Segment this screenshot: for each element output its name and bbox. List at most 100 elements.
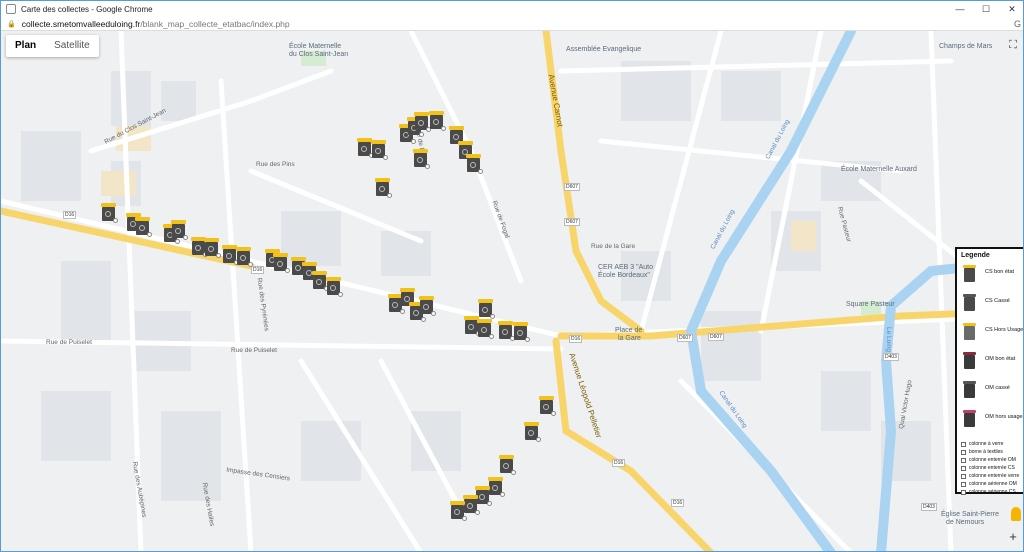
- address-bar[interactable]: 🔒 collecte.smetomvalleeduloing.fr/blank_…: [1, 17, 1023, 31]
- bin-marker[interactable]: [312, 271, 329, 291]
- url-text[interactable]: collecte.smetomvalleeduloing.fr/blank_ma…: [22, 19, 290, 29]
- poi-label: Champs de Mars: [939, 43, 993, 50]
- checkbox-label: colonne enterrée OM: [969, 457, 1016, 463]
- legend-item-label: CS bon état: [985, 269, 1015, 275]
- map-canvas[interactable]: École Maternelle du Clos Saint-Jean Asse…: [1, 31, 1023, 551]
- road-shield: D607: [708, 333, 724, 341]
- bin-marker[interactable]: [466, 154, 483, 174]
- bin-legend-icon: [963, 352, 976, 369]
- legend-filter-checkbox[interactable]: colonne à verre: [961, 440, 1022, 448]
- legend-item: CS Cassé: [961, 291, 1022, 320]
- bin-marker[interactable]: [413, 149, 430, 169]
- street-view-pegman-icon[interactable]: [1011, 507, 1021, 521]
- legend-filter-checkbox[interactable]: colonne enterrée OM: [961, 456, 1022, 464]
- checkbox-label: colonne à verre: [969, 441, 1004, 447]
- poi-label: École Bordeaux": [598, 272, 650, 279]
- bin-marker[interactable]: [326, 277, 343, 297]
- road-shield: D607: [564, 183, 580, 191]
- bin-marker[interactable]: [375, 178, 392, 198]
- zoom-in-button[interactable]: +: [1003, 527, 1023, 545]
- road-shield: D403: [921, 503, 937, 511]
- bin-legend-icon: [963, 323, 976, 340]
- poi-label: École Maternelle: [289, 43, 342, 50]
- bin-marker[interactable]: [513, 322, 530, 342]
- bin-marker[interactable]: [498, 321, 515, 341]
- legend-item: OM hors usage: [961, 407, 1023, 436]
- legend-title: Legende: [961, 252, 990, 259]
- poi-label: École Maternelle Auxard: [841, 166, 917, 173]
- legend-item: OM cassé: [961, 378, 1022, 407]
- legend-filter-checkbox[interactable]: colonne enterrée CS: [961, 464, 1022, 472]
- checkbox-label: colonne aérienne CS: [969, 489, 1016, 495]
- road-shield: D607: [677, 334, 693, 342]
- close-button[interactable]: ✕: [999, 1, 1023, 17]
- url-domain: collecte.smetomvalleeduloing.fr: [21, 18, 141, 29]
- map-type-plan-button[interactable]: Plan: [6, 35, 45, 57]
- checkbox-label: colonne enterrée CS: [969, 465, 1015, 471]
- bin-marker[interactable]: [135, 217, 152, 237]
- legend-filter-checkbox[interactable]: borne à textiles: [961, 448, 1022, 456]
- bin-marker[interactable]: [463, 495, 480, 515]
- checkbox-icon[interactable]: [961, 481, 966, 487]
- legend-item: OM bon état: [961, 349, 1022, 378]
- legend-item-label: CS Cassé: [985, 298, 1010, 304]
- google-lens-icon[interactable]: G: [1014, 19, 1021, 29]
- poi-label: Place de: [615, 327, 643, 334]
- legend-filter-checkbox[interactable]: colonne enterrée verre: [961, 472, 1022, 480]
- legend-item: CS Hors Usage: [961, 320, 1023, 349]
- checkbox-icon[interactable]: [961, 457, 966, 463]
- bin-marker[interactable]: [539, 396, 556, 416]
- road-shield: D16: [569, 335, 583, 343]
- poi-label: Square Pasteur: [846, 301, 895, 308]
- minimize-button[interactable]: —: [947, 1, 973, 17]
- street-label: Rue de la Gare: [591, 243, 636, 250]
- street-label: Rue de Puiselet: [46, 339, 92, 346]
- legend-item-label: OM cassé: [985, 385, 1010, 391]
- url-path: /blank_map_collecte_etatbac/index.php: [140, 18, 290, 29]
- map-type-control: Plan Satellite: [6, 35, 99, 57]
- bin-marker[interactable]: [429, 111, 446, 131]
- bin-marker[interactable]: [524, 422, 541, 442]
- checkbox-icon[interactable]: [961, 465, 966, 471]
- lock-icon[interactable]: 🔒: [7, 20, 16, 28]
- road-shield: D16: [251, 266, 265, 274]
- bin-marker[interactable]: [414, 112, 431, 132]
- poi-label: CER AEB 3 "Auto: [598, 264, 654, 271]
- poi-label: la Gare: [618, 335, 641, 342]
- bin-marker[interactable]: [204, 238, 221, 258]
- checkbox-label: colonne aérienne OM: [969, 481, 1017, 487]
- legend-items: CS bon état CS Cassé CS Hors Usage OM bon é…: [961, 262, 1023, 436]
- map-type-satellite-button[interactable]: Satellite: [45, 35, 99, 57]
- water-label: Le Loing: [884, 327, 892, 352]
- checkbox-icon[interactable]: [961, 473, 966, 479]
- bin-marker[interactable]: [171, 220, 188, 240]
- checkbox-icon[interactable]: [961, 441, 966, 447]
- bin-marker[interactable]: [357, 138, 374, 158]
- checkbox-icon[interactable]: [961, 489, 966, 495]
- legend-checkboxes: colonne à verre borne à textiles colonne e…: [961, 440, 1022, 496]
- road-shield: D16: [63, 211, 77, 219]
- maximize-button[interactable]: ☐: [973, 1, 999, 17]
- bin-marker[interactable]: [273, 253, 290, 273]
- browser-window: Carte des collectes - Google Chrome — ☐ …: [0, 0, 1024, 552]
- legend-filter-checkbox[interactable]: colonne aérienne OM: [961, 480, 1022, 488]
- bin-marker[interactable]: [222, 245, 239, 265]
- bin-marker[interactable]: [478, 299, 495, 319]
- street-label: Rue de Puiselet: [231, 347, 277, 354]
- bin-marker[interactable]: [101, 203, 118, 223]
- street-label: Rue des Pins: [256, 161, 295, 168]
- checkbox-label: colonne enterrée verre: [969, 473, 1020, 479]
- bin-legend-icon: [963, 265, 976, 282]
- checkbox-icon[interactable]: [961, 449, 966, 455]
- legend-item-label: OM bon état: [985, 356, 1016, 362]
- bin-marker[interactable]: [450, 501, 467, 521]
- fullscreen-icon[interactable]: ⛶: [1003, 35, 1023, 55]
- bin-marker[interactable]: [371, 140, 388, 160]
- bin-marker[interactable]: [477, 319, 494, 339]
- bin-legend-icon: [963, 381, 976, 398]
- legend-filter-checkbox[interactable]: colonne aérienne CS: [961, 488, 1022, 496]
- bin-marker[interactable]: [499, 455, 516, 475]
- bin-marker[interactable]: [419, 296, 436, 316]
- bin-marker[interactable]: [488, 477, 505, 497]
- bin-marker[interactable]: [236, 247, 253, 267]
